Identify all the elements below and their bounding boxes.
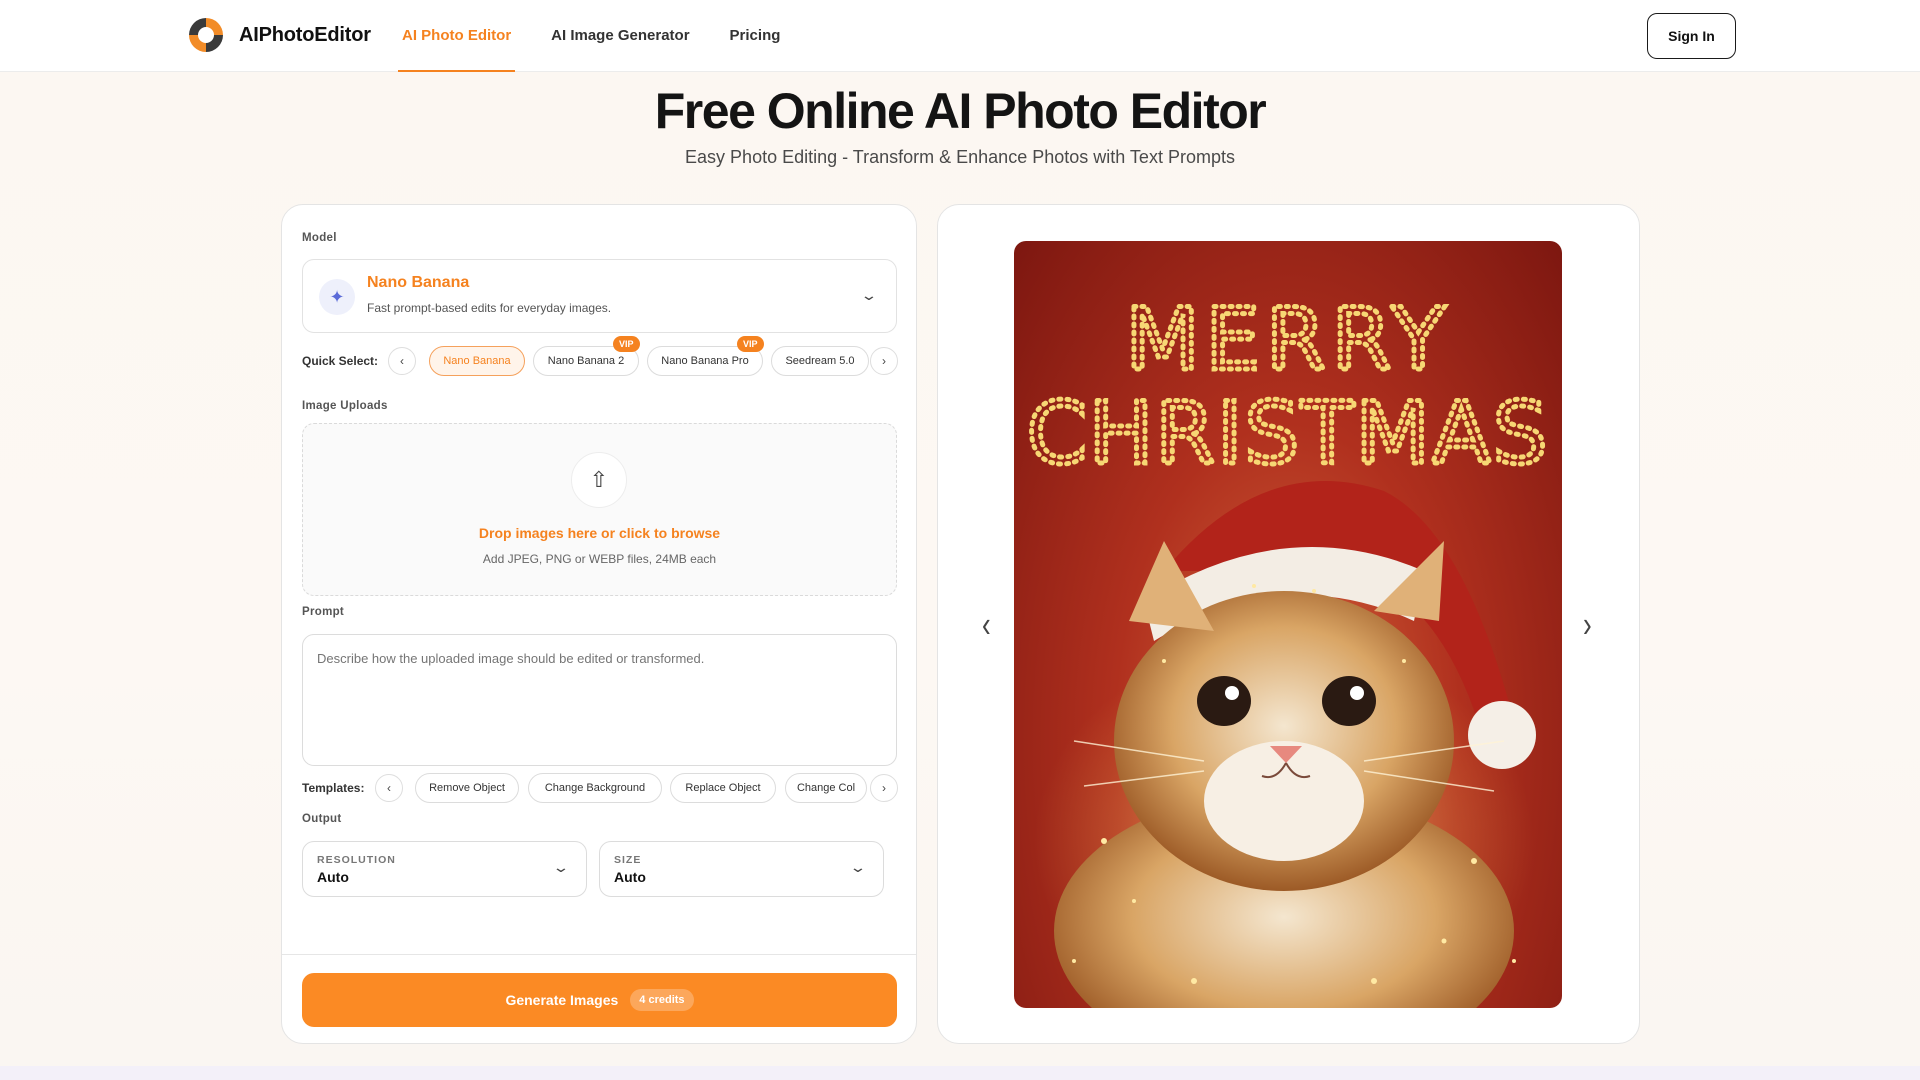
nav-ai-image-generator[interactable]: AI Image Generator [551, 0, 689, 72]
size-select[interactable]: SIZE Auto ⌄ [599, 841, 884, 897]
chevron-down-icon: ⌄ [552, 859, 570, 875]
upload-hint: Add JPEG, PNG or WEBP files, 24MB each [482, 552, 717, 566]
quick-select-chip-wrap: Nano Banana 2 VIP [533, 336, 640, 376]
model-name: Nano Banana [367, 274, 470, 291]
model-description: Fast prompt-based edits for everyday ima… [367, 301, 612, 315]
templates-prev-button[interactable]: ‹ [375, 774, 403, 802]
template-remove-object[interactable]: Remove Object [415, 773, 519, 803]
divider [282, 954, 916, 955]
quick-select-row: Quick Select: ‹ Nano Banana Nano Banana … [302, 336, 898, 377]
quick-select-label: Quick Select: [302, 354, 379, 368]
templates-label: Templates: [302, 781, 365, 795]
credits-badge: 4 credits [630, 989, 694, 1011]
output-label: Output [302, 813, 342, 825]
quick-select-prev-button[interactable]: ‹ [388, 347, 416, 375]
preview-text-line2: CHRISTMAS [1027, 384, 1550, 484]
quick-select-chip-wrap: Nano Banana Pro VIP [647, 336, 764, 376]
upload-icon: ⇧ [571, 452, 627, 508]
page-subtitle: Easy Photo Editing - Transform & Enhance… [685, 147, 1235, 167]
prompt-input[interactable] [302, 634, 897, 766]
quick-select-chip-seedream[interactable]: Seedream 5.0 [771, 346, 869, 376]
nav-ai-photo-editor[interactable]: AI Photo Editor [397, 0, 516, 72]
generate-images-button[interactable]: Generate Images 4 credits [302, 973, 897, 1027]
chevron-right-icon[interactable]: › [1583, 603, 1592, 646]
image-uploads-label: Image Uploads [302, 400, 388, 412]
image-dropzone[interactable]: ⇧ Drop images here or click to browse Ad… [302, 423, 897, 596]
vip-badge: VIP [737, 336, 764, 352]
aperture-logo-icon [189, 18, 223, 52]
quick-select-chip-nano-banana[interactable]: Nano Banana [429, 346, 525, 376]
generate-label: Generate Images [505, 992, 619, 1008]
preview-image: MERRY CHRISTMAS [1014, 241, 1562, 1008]
template-change-background[interactable]: Change Background [528, 773, 662, 803]
template-replace-object[interactable]: Replace Object [670, 773, 776, 803]
sign-in-button[interactable]: Sign In [1647, 13, 1736, 59]
chevron-down-icon: ⌄ [849, 859, 867, 875]
size-caption: SIZE [614, 854, 642, 866]
resolution-select[interactable]: RESOLUTION Auto ⌄ [302, 841, 587, 897]
templates-row: Templates: ‹ Remove Object Change Backgr… [302, 772, 898, 804]
main-nav: AI Photo Editor AI Image Generator Prici… [397, 0, 781, 72]
size-value: Auto [614, 869, 646, 885]
christmas-cat-illustration: MERRY CHRISTMAS [1024, 288, 1550, 1008]
footer-band [0, 1066, 1920, 1080]
resolution-value: Auto [317, 869, 349, 885]
preview-panel: ‹ MERRY CHRISTMAS › [937, 204, 1640, 1044]
model-select[interactable]: ✦ Nano Banana Fast prompt-based edits fo… [302, 259, 897, 333]
templates-next-button[interactable]: › [870, 774, 898, 802]
vip-badge: VIP [613, 336, 640, 352]
nav-pricing[interactable]: Pricing [730, 0, 781, 72]
prompt-label: Prompt [302, 606, 345, 618]
brand[interactable]: AIPhotoEditor [189, 18, 371, 52]
chevron-left-icon[interactable]: ‹ [982, 603, 991, 646]
chevron-down-icon: ⌄ [860, 287, 878, 303]
sparkles-icon: ✦ [319, 279, 355, 315]
resolution-caption: RESOLUTION [317, 854, 396, 866]
template-change-color[interactable]: Change Col [785, 773, 867, 803]
preview-text-line1: MERRY [1125, 290, 1450, 390]
top-nav-bar: AIPhotoEditor AI Photo Editor AI Image G… [0, 0, 1920, 72]
upload-cta[interactable]: Drop images here or click to browse [303, 525, 896, 541]
model-label: Model [302, 232, 337, 244]
brand-name: AIPhotoEditor [239, 23, 371, 46]
quick-select-next-button[interactable]: › [870, 347, 898, 375]
editor-form-panel: Model ✦ Nano Banana Fast prompt-based ed… [281, 204, 917, 1044]
page-title: Free Online AI Photo Editor [654, 83, 1267, 139]
